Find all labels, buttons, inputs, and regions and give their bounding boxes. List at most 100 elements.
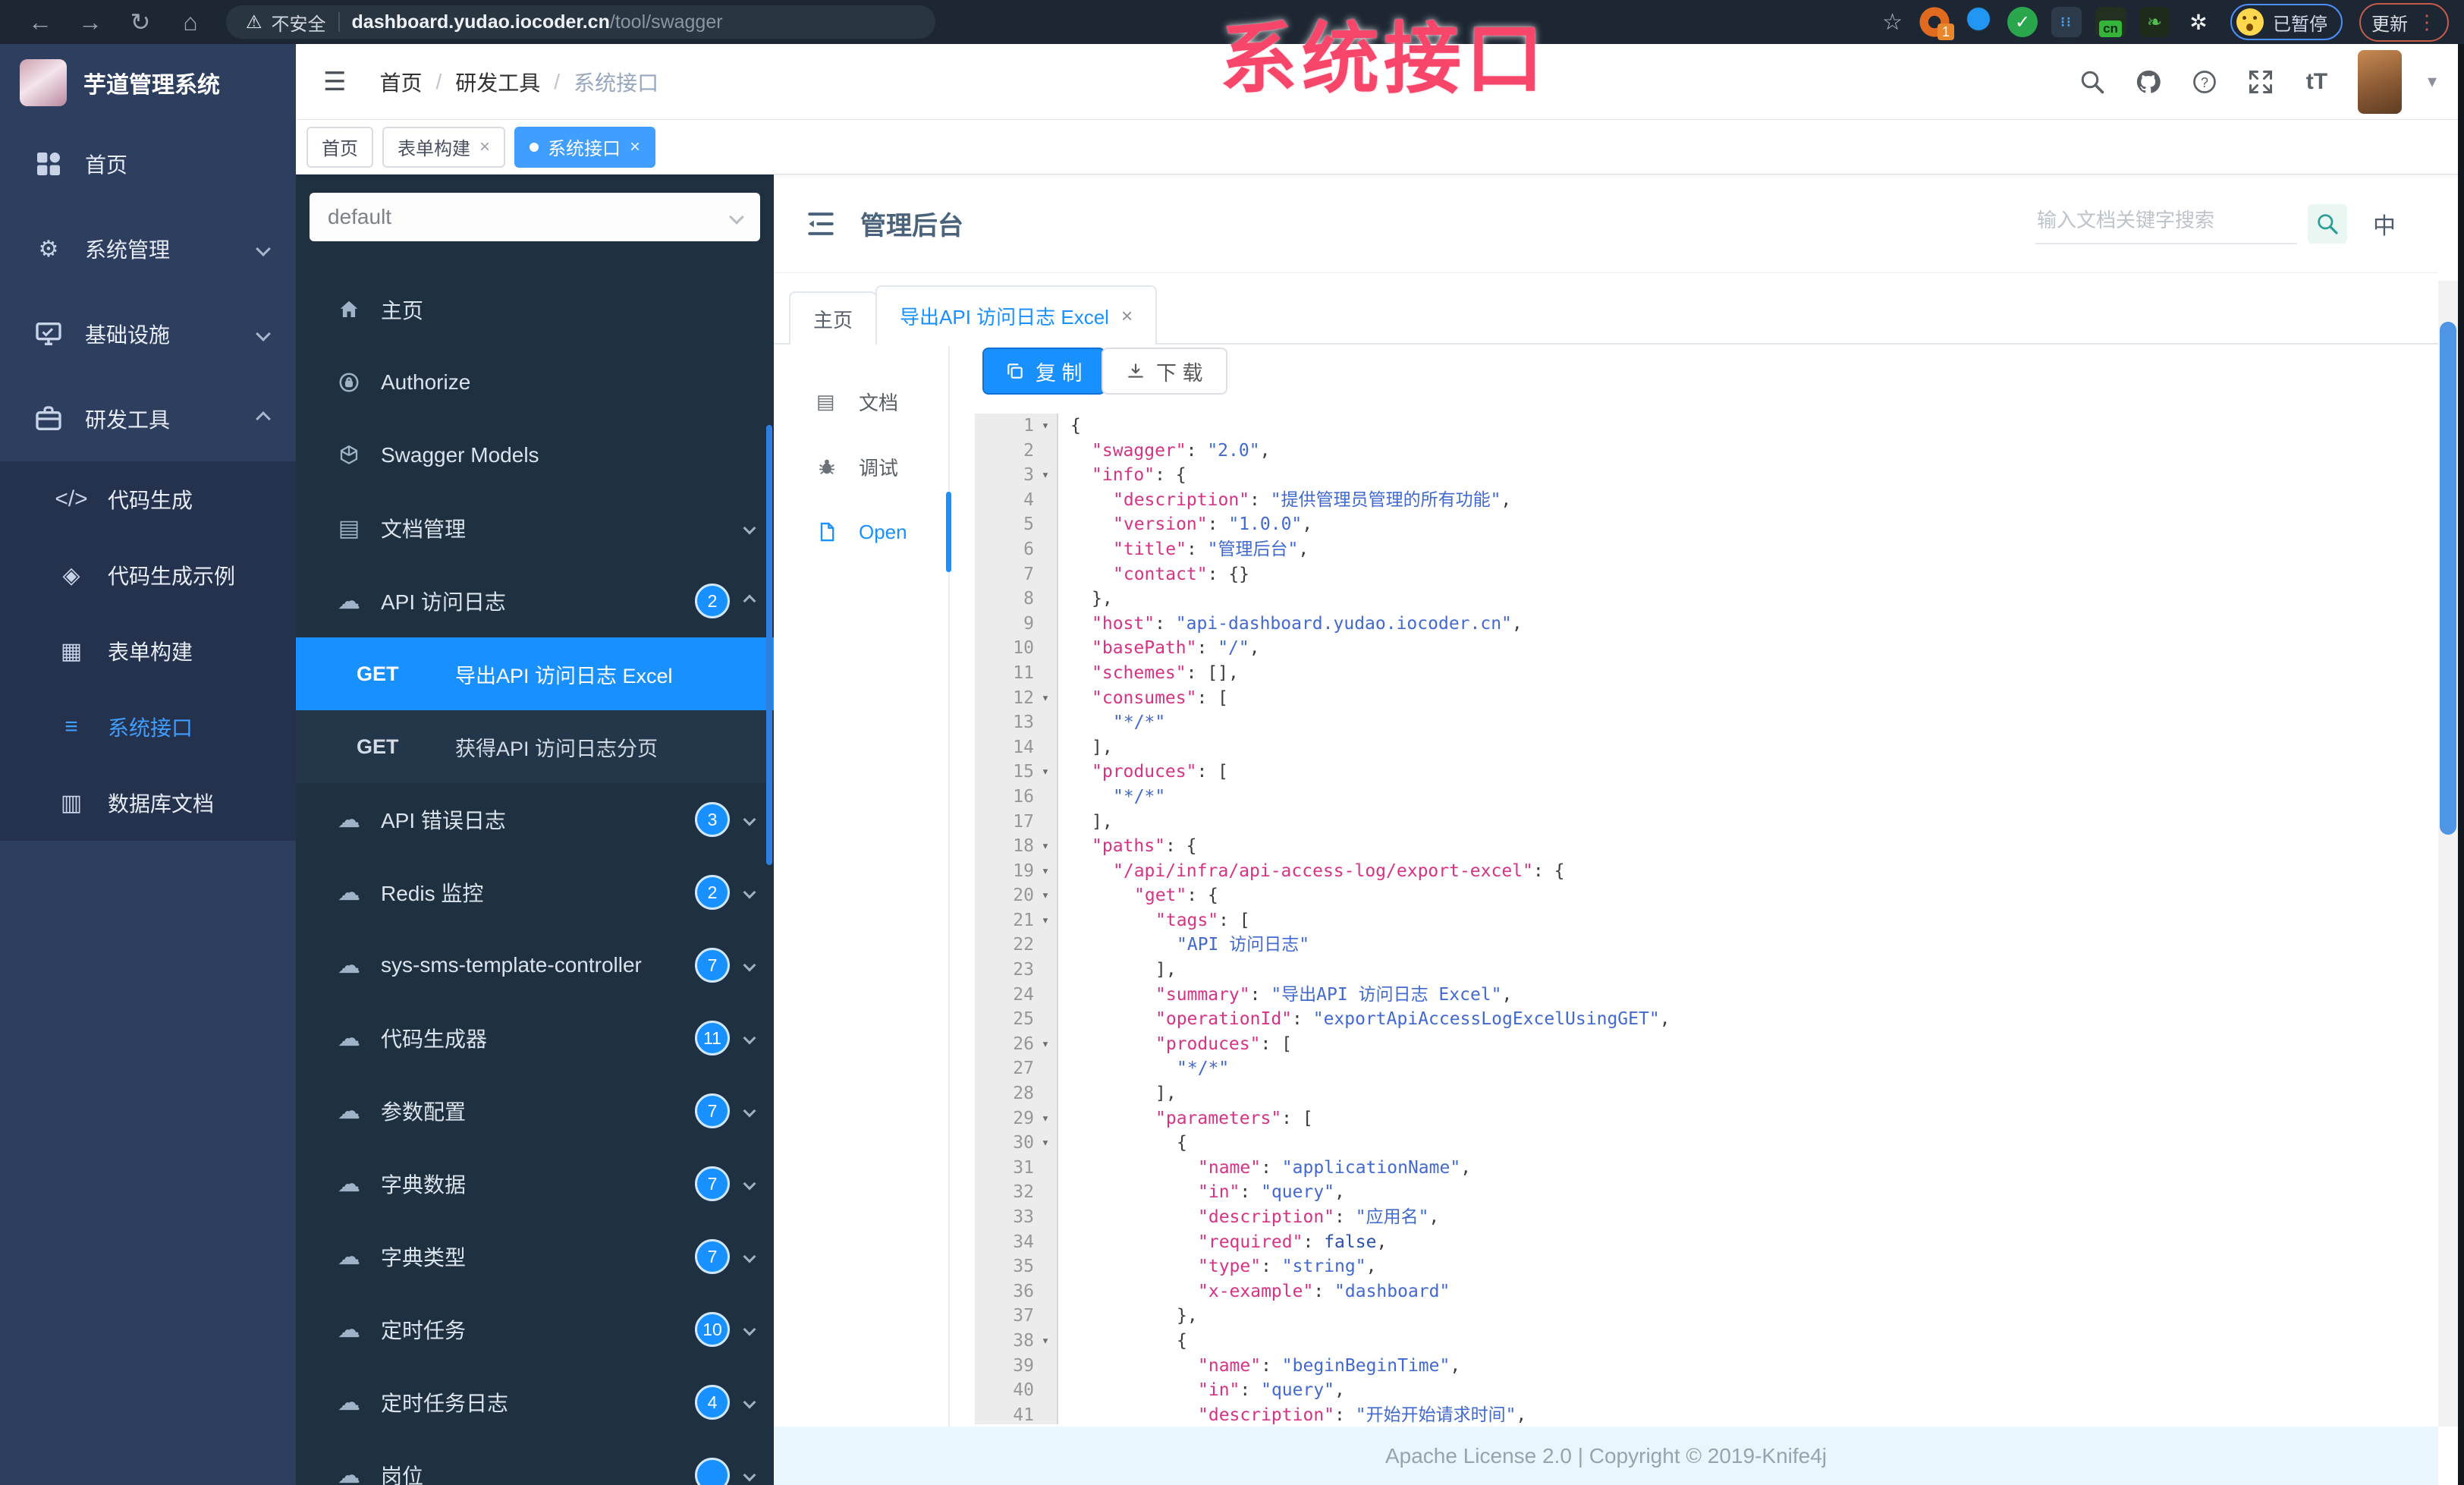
browser-update-button[interactable]: 更新 ⋮ (2359, 2, 2449, 42)
fold-caret-icon[interactable]: ▾ (1034, 1329, 1057, 1354)
line-number[interactable]: 37 (975, 1304, 1058, 1329)
language-icon[interactable]: 中 (2373, 207, 2396, 241)
line-number[interactable]: 29 ▾ (975, 1106, 1058, 1131)
line-number[interactable]: 14 (975, 735, 1058, 760)
extension-pin-blue-icon[interactable] (1963, 7, 1994, 37)
swagger-nav-sys-sms-template-controller[interactable]: ☁ sys-sms-template-controller 7 (296, 929, 774, 1002)
line-number[interactable]: 24 (975, 982, 1058, 1008)
side-tab-文档[interactable]: ▤ 文档 (774, 382, 948, 420)
line-number[interactable]: 28 (975, 1081, 1058, 1106)
sidebar-subitem-代码生成[interactable]: </> 代码生成 (0, 461, 296, 537)
doc-search-input[interactable] (2035, 203, 2297, 244)
doc-tab-export-api-log[interactable]: 导出API 访问日志 Excel × (875, 285, 1158, 345)
line-number[interactable]: 36 (975, 1279, 1058, 1304)
line-number[interactable]: 21 ▾ (975, 908, 1058, 933)
swagger-nav-代码生成器[interactable]: ☁ 代码生成器 11 (296, 1002, 774, 1074)
not-secure-label[interactable]: 不安全 (272, 9, 326, 36)
extension-leaf-green-icon[interactable]: ❧ (2139, 7, 2170, 37)
swagger-nav-岗位[interactable]: ☁ 岗位 (296, 1439, 774, 1485)
swagger-nav-Swagger Models[interactable]: Swagger Models (296, 419, 774, 492)
extension-check-green-icon[interactable]: ✓ (2007, 7, 2038, 37)
app-logo[interactable]: 芋道管理系统 (0, 44, 296, 121)
line-number[interactable]: 26 ▾ (975, 1031, 1058, 1057)
line-number[interactable]: 12 ▾ (975, 685, 1058, 711)
swagger-nav-字典数据[interactable]: ☁ 字典数据 7 (296, 1147, 774, 1220)
line-number[interactable]: 3 ▾ (975, 463, 1058, 488)
line-number[interactable]: 6 (975, 536, 1058, 562)
fold-caret-icon[interactable]: ▾ (1034, 760, 1057, 785)
line-number[interactable]: 16 (975, 784, 1058, 810)
browser-menu-icon[interactable]: ⋮ (2417, 11, 2437, 34)
user-avatar[interactable] (2357, 49, 2402, 114)
sidebar-item-系统管理[interactable]: ⚙ 系统管理 (0, 206, 296, 291)
fullscreen-icon[interactable] (2246, 67, 2276, 97)
line-number[interactable]: 11 (975, 660, 1058, 686)
tag-form-builder[interactable]: 表单构建 × (382, 126, 506, 168)
line-number[interactable]: 39 (975, 1353, 1058, 1379)
line-number[interactable]: 10 (975, 636, 1058, 661)
swagger-nav-字典类型[interactable]: ☁ 字典类型 7 (296, 1220, 774, 1293)
menu-fold-icon[interactable] (804, 207, 838, 241)
line-number[interactable]: 41 (975, 1402, 1058, 1424)
line-number[interactable]: 19 ▾ (975, 858, 1058, 884)
swagger-nav-文档管理[interactable]: ▤ 文档管理 (296, 492, 774, 565)
browser-home-icon[interactable]: ⌂ (165, 0, 215, 44)
address-bar[interactable]: ⚠ 不安全 dashboard.yudao.iocoder.cn /tool/s… (226, 5, 935, 39)
close-icon[interactable]: × (479, 137, 490, 158)
line-number[interactable]: 40 (975, 1378, 1058, 1403)
line-number[interactable]: 13 (975, 710, 1058, 735)
copy-button[interactable]: 复 制 (982, 348, 1105, 395)
line-number[interactable]: 4 (975, 487, 1058, 513)
sidebar-subitem-代码生成示例[interactable]: ◈ 代码生成示例 (0, 537, 296, 613)
api-group-select[interactable]: default (310, 193, 760, 241)
swagger-nav-定时任务[interactable]: ☁ 定时任务 10 (296, 1293, 774, 1366)
swagger-nav-API 错误日志[interactable]: ☁ API 错误日志 3 (296, 783, 774, 856)
api-operation-获得API 访问日志分页[interactable]: GET 获得API 访问日志分页 (296, 710, 774, 783)
sidebar-item-研发工具[interactable]: 研发工具 (0, 376, 296, 461)
extension-star-white-icon[interactable]: ✲ (2183, 7, 2214, 37)
line-number[interactable]: 5 (975, 512, 1058, 537)
swagger-nav-参数配置[interactable]: ☁ 参数配置 7 (296, 1074, 774, 1147)
bookmark-star-icon[interactable]: ☆ (1882, 9, 1903, 36)
line-number[interactable]: 31 (975, 1155, 1058, 1181)
line-number[interactable]: 30 ▾ (975, 1131, 1058, 1156)
github-icon[interactable] (2133, 67, 2164, 97)
swagger-nav-API 访问日志[interactable]: ☁ API 访问日志 2 (296, 565, 774, 637)
extension-loop-orange-icon[interactable]: 1 (1919, 7, 1954, 40)
line-number[interactable]: 25 (975, 1007, 1058, 1032)
line-number[interactable]: 20 ▾ (975, 883, 1058, 908)
line-number[interactable]: 32 (975, 1180, 1058, 1205)
browser-scrollbar[interactable] (2458, 44, 2464, 1485)
api-operation-导出API 访问日志 Excel[interactable]: GET 导出API 访问日志 Excel (296, 637, 774, 710)
side-tab-Open[interactable]: Open (774, 492, 951, 572)
fold-caret-icon[interactable]: ▾ (1034, 908, 1057, 933)
line-number[interactable]: 23 (975, 958, 1058, 983)
fold-caret-icon[interactable]: ▾ (1034, 1032, 1057, 1057)
line-number[interactable]: 7 (975, 562, 1058, 587)
font-size-icon[interactable]: tT (2302, 67, 2332, 97)
fold-caret-icon[interactable]: ▾ (1034, 859, 1057, 884)
line-number[interactable]: 18 ▾ (975, 834, 1058, 859)
line-number[interactable]: 34 (975, 1229, 1058, 1255)
swagger-scrollbar[interactable] (766, 425, 772, 865)
line-number[interactable]: 17 (975, 809, 1058, 835)
line-number[interactable]: 35 (975, 1254, 1058, 1279)
swagger-nav-定时任务日志[interactable]: ☁ 定时任务日志 4 (296, 1366, 774, 1439)
sidebar-item-基础设施[interactable]: 基础设施 (0, 291, 296, 376)
search-icon[interactable] (2077, 67, 2107, 97)
sidebar-subitem-数据库文档[interactable]: ▥ 数据库文档 (0, 765, 296, 841)
fold-caret-icon[interactable]: ▾ (1034, 463, 1057, 488)
fold-caret-icon[interactable]: ▾ (1034, 686, 1057, 711)
line-number[interactable]: 38 ▾ (975, 1328, 1058, 1354)
fold-caret-icon[interactable]: ▾ (1034, 414, 1057, 439)
browser-profile-pill[interactable]: 已暂停 (2230, 4, 2343, 40)
browser-back-icon[interactable]: ← (15, 0, 65, 44)
breadcrumb-devtools[interactable]: 研发工具 (455, 67, 540, 97)
download-button[interactable]: 下 载 (1102, 348, 1227, 395)
fold-caret-icon[interactable]: ▾ (1034, 1106, 1057, 1131)
tag-home[interactable]: 首页 (306, 126, 373, 168)
close-icon[interactable]: × (1121, 304, 1133, 328)
side-tab-调试[interactable]: 调试 (774, 448, 948, 486)
browser-forward-icon[interactable]: → (65, 0, 115, 44)
page-scrollbar-thumb[interactable] (2440, 322, 2456, 835)
